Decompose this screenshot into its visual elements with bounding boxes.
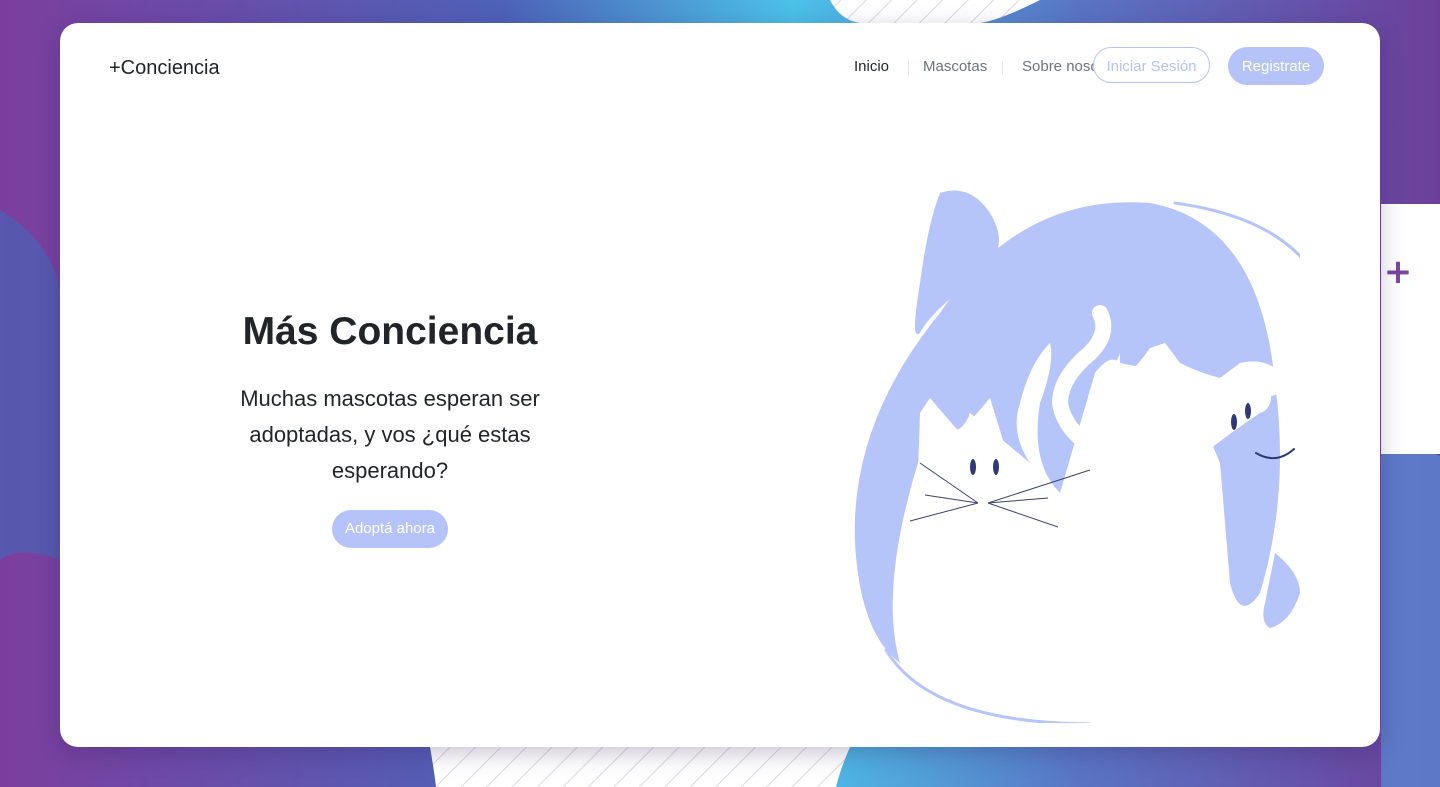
nav-link-mascotas[interactable]: Mascotas [923,57,987,77]
nav-divider [908,61,909,75]
adopt-now-button[interactable]: Adoptá ahora [331,510,449,548]
nav-link-inicio[interactable]: Inicio [854,57,889,77]
hero-section: Más Conciencia Muchas mascotas esperan s… [200,307,580,548]
main-card: +Conciencia Inicio Mascotas Sobre nosotr… [60,23,1380,747]
brand-logo[interactable]: +Conciencia [109,56,220,80]
nav-divider [1002,61,1003,75]
side-panel [1381,204,1440,454]
login-button[interactable]: Iniciar Sesión [1093,47,1210,83]
hero-subtitle: Muchas mascotas esperan ser adoptadas, y… [240,386,540,483]
register-button[interactable]: Registrate [1228,47,1324,85]
plus-icon[interactable]: + [1383,254,1413,290]
cat-and-dog-illustration [854,190,1300,723]
top-nav: Inicio Mascotas Sobre nosotros Iniciar S… [780,47,1324,85]
hero-title: Más Conciencia [242,310,538,353]
